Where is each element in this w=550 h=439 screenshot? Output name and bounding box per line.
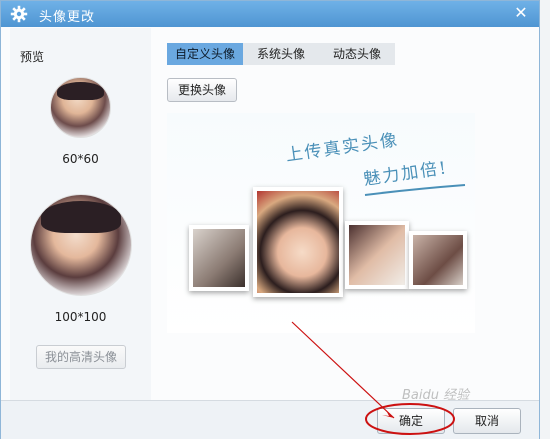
photo-right <box>345 221 409 289</box>
tab-animated-avatar[interactable]: 动态头像 <box>319 43 395 65</box>
hd-avatar-button[interactable]: 我的高清头像 <box>36 345 126 369</box>
cancel-button[interactable]: 取消 <box>453 408 521 434</box>
avatar-preview-small <box>50 77 111 138</box>
photo-center <box>253 187 343 297</box>
background-window-edge <box>540 0 550 439</box>
photo-far-right <box>409 231 467 289</box>
watermark: Baidu 经验 <box>402 388 470 403</box>
avatar-tabs: 自定义头像 系统头像 动态头像 <box>167 43 395 65</box>
title-bar: 头像更改 ✕ <box>1 1 539 27</box>
avatar-change-dialog: 头像更改 ✕ 预览 60*60 100*100 我的高清头像 自定义头像 系统头… <box>0 0 540 439</box>
tab-system-avatar[interactable]: 系统头像 <box>243 43 319 65</box>
dialog-title: 头像更改 <box>39 10 96 25</box>
dialog-footer: 确定 取消 <box>1 400 539 439</box>
gear-icon <box>10 5 28 23</box>
change-avatar-button[interactable]: 更换头像 <box>167 78 237 102</box>
preview-panel: 预览 60*60 100*100 我的高清头像 <box>10 28 151 400</box>
ok-button[interactable]: 确定 <box>377 408 445 434</box>
small-size-label: 60*60 <box>62 152 99 166</box>
large-size-label: 100*100 <box>54 310 107 324</box>
promo-underline <box>364 184 466 196</box>
preview-label: 预览 <box>20 50 45 64</box>
avatar-preview-large <box>30 194 132 296</box>
tab-custom-avatar[interactable]: 自定义头像 <box>167 43 243 65</box>
photo-left <box>189 225 249 291</box>
promo-line-1: 上传真实头像 <box>284 130 401 166</box>
promo-banner: 上传真实头像 魅力加倍! <box>167 113 475 333</box>
close-icon[interactable]: ✕ <box>511 3 531 23</box>
